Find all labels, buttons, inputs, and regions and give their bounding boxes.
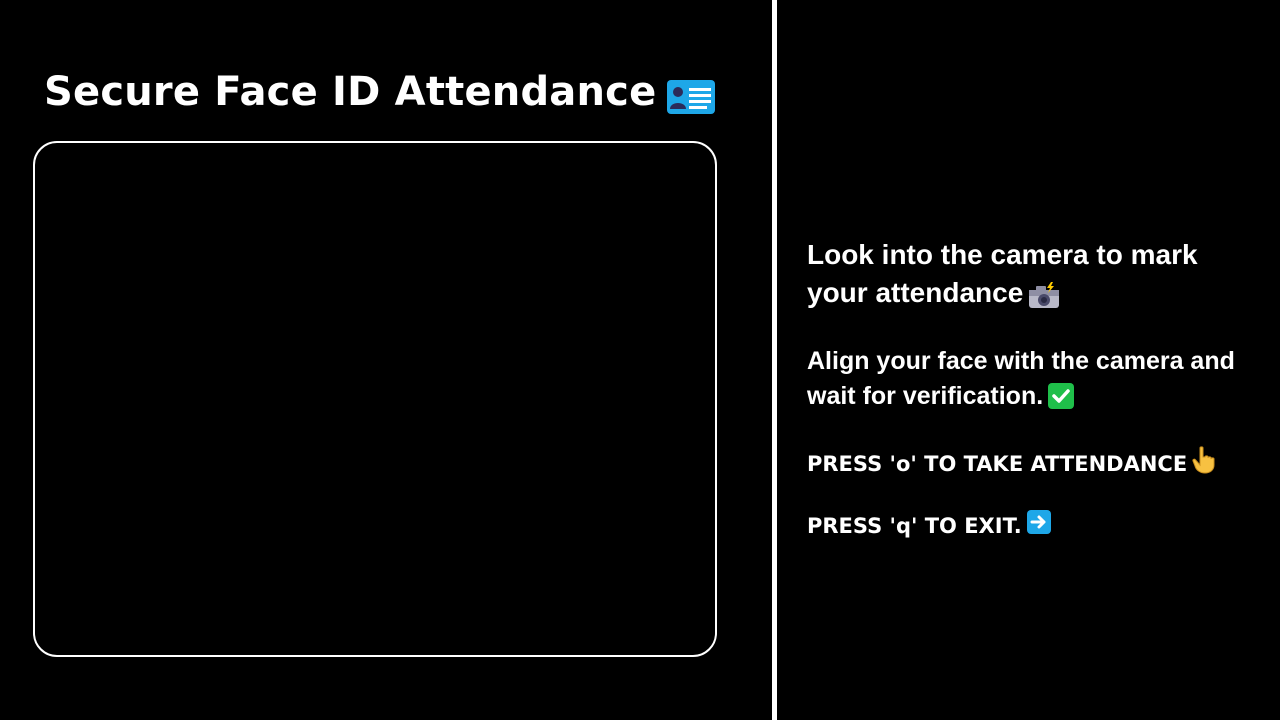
press-o-text: PRESS 'o' TO TAKE ATTENDANCE bbox=[807, 451, 1188, 476]
title-row: Secure Face ID Attendance bbox=[44, 64, 716, 120]
right-arrow-icon bbox=[1026, 509, 1052, 542]
left-panel: Secure Face ID Attendance bbox=[0, 0, 772, 720]
panel-divider bbox=[772, 0, 777, 720]
camera-feed bbox=[33, 141, 717, 657]
attendance-app: Secure Face ID Attendance Look into the … bbox=[0, 0, 1280, 720]
pointing-hand-icon bbox=[1191, 446, 1217, 481]
id-card-icon bbox=[666, 79, 716, 115]
camera-with-flash-icon bbox=[1023, 276, 1061, 314]
instruction-heading-text: Look into the camera to mark your attend… bbox=[807, 239, 1198, 308]
press-q-text: PRESS 'q' TO EXIT. bbox=[807, 513, 1022, 538]
instruction-body: Align your face with the camera and wait… bbox=[807, 344, 1247, 415]
press-q-instruction: PRESS 'q' TO EXIT. bbox=[807, 509, 1247, 542]
instruction-heading: Look into the camera to mark your attend… bbox=[807, 236, 1247, 314]
page-title: Secure Face ID Attendance bbox=[44, 69, 657, 115]
right-panel: Look into the camera to mark your attend… bbox=[807, 0, 1257, 720]
instruction-body-text: Align your face with the camera and wait… bbox=[807, 347, 1235, 410]
press-o-instruction: PRESS 'o' TO TAKE ATTENDANCE bbox=[807, 446, 1247, 481]
check-mark-icon bbox=[1043, 380, 1075, 415]
